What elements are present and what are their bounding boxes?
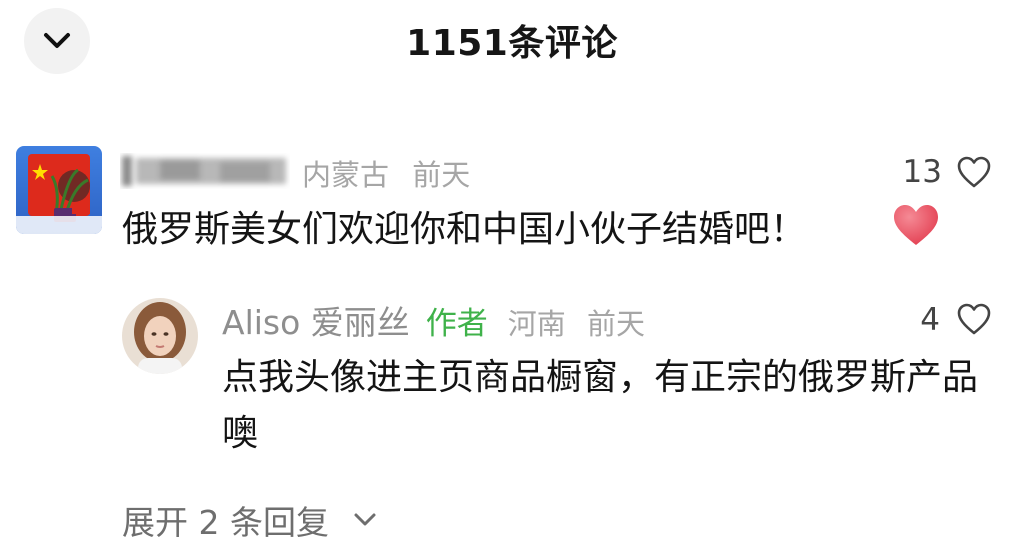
reply-meta: 河南 前天 [508, 301, 657, 343]
username-blurred[interactable] [120, 150, 290, 190]
heart-outline-icon[interactable] [956, 155, 992, 189]
expand-replies-button[interactable]: 展开 2 条回复 [122, 496, 377, 544]
reply-time: 前天 [587, 307, 646, 341]
reply-location: 河南 [507, 307, 566, 341]
comment-text: 俄罗斯美女们欢迎你和中国小伙子结婚吧！ [122, 209, 807, 250]
comment-meta: 内蒙古 前天 [302, 152, 484, 194]
page-title: 1151条评论 [406, 23, 618, 64]
red-heart-emoji [894, 205, 938, 245]
like-count: 13 [902, 154, 942, 190]
author-badge: 作者 [425, 306, 488, 342]
avatar[interactable] [122, 298, 198, 374]
comments-panel: 1151条评论 内蒙古 前天 13 俄罗斯美女们欢迎你和中国小伙子结婚吧！ Al… [0, 0, 1024, 554]
like-count: 4 [920, 302, 940, 338]
reply-header: Aliso 爱丽丝 作者 河南 前天 [222, 296, 657, 344]
heart-outline-icon[interactable] [956, 302, 992, 336]
expand-replies-label: 展开 2 条回复 [122, 503, 329, 542]
chevron-down-icon [354, 513, 376, 526]
avatar[interactable] [16, 146, 102, 234]
reply-text: 点我头像进主页商品橱窗，有正宗的俄罗斯产品噢 [222, 357, 979, 454]
reply-username[interactable]: Aliso 爱丽丝 [222, 296, 410, 344]
comment-time: 前天 [412, 158, 471, 192]
comment-location: 内蒙古 [302, 158, 390, 192]
